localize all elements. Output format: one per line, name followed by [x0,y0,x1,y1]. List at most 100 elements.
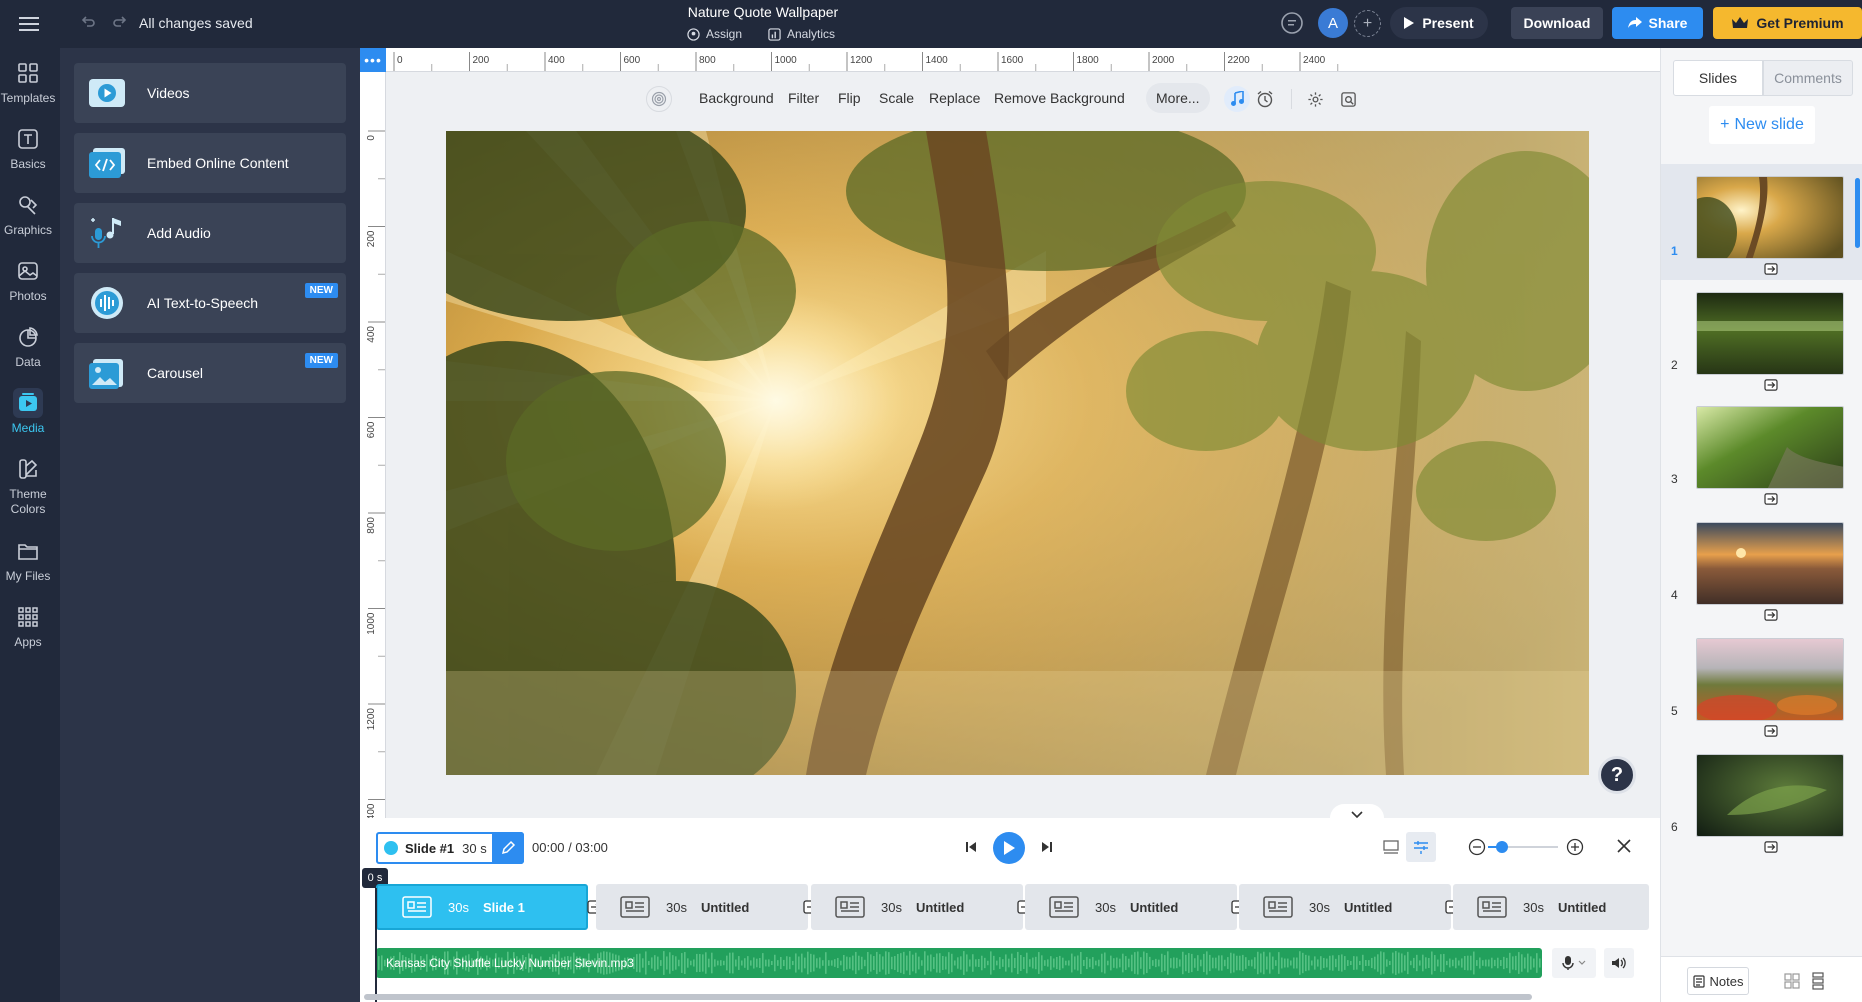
slides-scrollbar[interactable] [1855,178,1860,248]
slide-thumbnail-row-2[interactable]: 2 [1661,280,1862,396]
slide-view-icon[interactable] [1376,832,1406,862]
more-button[interactable]: More... [1146,83,1210,113]
nav-data[interactable]: Data [0,322,56,370]
slide-thumbnail-row-6[interactable]: 6 [1661,744,1862,860]
avatar[interactable]: A [1318,8,1348,38]
scale-button[interactable]: Scale [879,78,914,118]
timeline-clip-5[interactable]: 30s Untitled [1239,884,1451,930]
videos-card[interactable]: Videos [74,63,346,123]
timeline-clip-2[interactable]: 30s Untitled [596,884,808,930]
timeline-scrollbar[interactable] [364,994,1532,1000]
vertical-ruler: 0 200 400 600 800 1000 1200 400 [360,72,386,818]
timeline-clip-4[interactable]: 30s Untitled [1025,884,1237,930]
zoom-slider[interactable] [1488,841,1558,853]
current-slide-indicator[interactable]: Slide #1 30 s [376,832,524,864]
slide-number: 1 [1671,244,1678,258]
get-premium-button[interactable]: Get Premium [1713,7,1862,39]
add-collaborator-icon[interactable]: + [1354,10,1381,37]
transition-icon[interactable] [1763,262,1779,276]
audio-track[interactable]: Kansas City Shuffle Lucky Number Slevin.… [376,948,1542,978]
flip-button[interactable]: Flip [838,78,861,118]
zoom-slider-handle[interactable] [1496,841,1508,853]
timer-icon[interactable] [1252,86,1278,112]
previous-slide-icon[interactable] [964,840,978,854]
transition-icon[interactable] [1763,840,1779,854]
playhead[interactable] [375,888,377,1002]
remove-background-button[interactable]: Remove Background [994,78,1125,118]
background-button[interactable]: Background [699,78,774,118]
slide-thumbnail-autumn-hills[interactable] [1696,638,1844,721]
chevron-down-icon [1351,811,1363,819]
slide-thumbnail-sunset-clouds[interactable] [1696,522,1844,605]
grid-view-icon[interactable] [1781,969,1803,993]
top-bar: All changes saved Nature Quote Wallpaper… [0,0,1862,48]
nav-my-files[interactable]: My Files [0,536,56,584]
timeline-clip-3[interactable]: 30s Untitled [811,884,1023,930]
slide-thumbnail-row-4[interactable]: 4 [1661,512,1862,628]
slide-thumbnail-row-5[interactable]: 5 [1661,628,1862,744]
slide-clip-icon [1263,896,1293,918]
comments-icon[interactable] [1280,11,1304,35]
add-audio-card[interactable]: Add Audio [74,203,346,263]
carousel-card[interactable]: Carousel NEW [74,343,346,403]
share-button[interactable]: Share [1612,7,1703,39]
settings-gear-icon[interactable] [1302,86,1328,112]
tab-slides[interactable]: Slides [1673,60,1763,96]
embed-online-content-card[interactable]: Embed Online Content [74,133,346,193]
replace-button[interactable]: Replace [929,78,980,118]
slide-thumbnail-row-1[interactable]: 1 [1661,164,1862,280]
timeline-view-icon[interactable] [1406,832,1436,862]
edit-pencil-icon[interactable] [492,832,524,864]
media-panel: Videos Embed Online Content Add Audio AI… [60,48,360,1002]
help-button[interactable]: ? [1598,756,1636,794]
ruler-options-button[interactable]: ••• [360,48,386,72]
transition-icon[interactable] [1763,378,1779,392]
notes-button[interactable]: Notes [1687,967,1749,995]
next-slide-icon[interactable] [1040,840,1054,854]
slide-thumbnail-green-leaf[interactable] [1696,754,1844,837]
new-slide-button[interactable]: + New slide [1709,106,1815,144]
zoom-out-icon[interactable] [1468,838,1486,856]
transition-icon[interactable] [1763,492,1779,506]
timeline-clip-6[interactable]: 30s Untitled [1453,884,1649,930]
media-icon [13,388,43,418]
timeline-clip-1[interactable]: 30s Slide 1 [376,884,588,930]
assign-label: Assign [706,27,743,41]
microphone-dropdown-button[interactable] [1552,948,1596,978]
slide-thumbnail-sunlit-forest[interactable] [1696,176,1844,259]
assign-button[interactable]: Assign [681,25,748,43]
nav-photos[interactable]: Photos [0,256,56,304]
microphone-icon [1562,956,1574,970]
close-icon[interactable] [1616,838,1632,854]
nav-theme-colors[interactable]: Theme Colors [0,454,56,517]
ai-text-to-speech-card[interactable]: AI Text-to-Speech NEW [74,273,346,333]
transition-icon[interactable] [1763,724,1779,738]
pie-chart-icon [13,322,43,352]
image-search-icon[interactable] [1335,86,1361,112]
zoom-in-icon[interactable] [1566,838,1584,856]
collapse-timeline-button[interactable] [1330,804,1384,826]
nav-media[interactable]: Media [0,388,56,436]
list-view-icon[interactable] [1807,969,1829,993]
play-button[interactable] [993,832,1025,864]
animation-icon[interactable] [646,86,672,112]
nav-basics[interactable]: Basics [0,124,56,172]
filter-button[interactable]: Filter [788,78,819,118]
nav-apps[interactable]: Apps [0,602,56,650]
music-note-icon[interactable] [1224,86,1250,112]
analytics-button[interactable]: Analytics [762,25,841,43]
slide-thumbnail-mossy-stream[interactable] [1696,406,1844,489]
volume-icon[interactable] [1604,948,1634,978]
download-button[interactable]: Download [1511,7,1603,39]
nav-graphics[interactable]: Graphics [0,190,56,238]
present-button[interactable]: Present [1390,7,1488,39]
transition-icon[interactable] [1763,608,1779,622]
clip-title: Untitled [1129,899,1179,915]
slide-image-sunlit-forest[interactable] [446,131,1589,775]
nav-templates[interactable]: Templates [0,58,56,106]
nav-data-label: Data [15,355,41,369]
slide-thumbnail-grass-field[interactable] [1696,292,1844,375]
slide-thumbnail-row-3[interactable]: 3 [1661,396,1862,512]
tab-comments[interactable]: Comments [1763,60,1853,96]
left-navigation: Templates Basics Graphics Photos Data Me… [0,48,60,1002]
